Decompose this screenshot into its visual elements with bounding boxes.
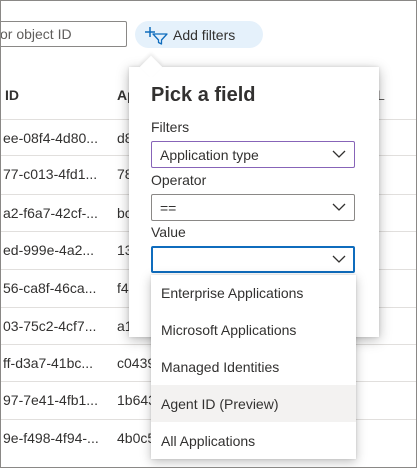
cell-id: 9e-f498-4f94-... (3, 430, 99, 446)
cell-id: ff-d3a7-41bc... (3, 355, 94, 371)
column-header-id[interactable]: ID (5, 87, 19, 103)
cell-id: ee-08f4-4d80... (3, 130, 98, 146)
cell-id: 03-75c2-4cf7... (3, 318, 97, 334)
option-agent-id-preview[interactable]: Agent ID (Preview) (151, 385, 356, 423)
option-all-applications[interactable]: All Applications (151, 422, 356, 459)
filters-label: Filters (151, 119, 190, 135)
cell-id: 77-c013-4fd1... (3, 166, 98, 182)
value-dropdown-list: Enterprise Applications Microsoft Applic… (151, 275, 356, 459)
cell-id: 97-7e41-4fb1... (3, 392, 98, 408)
chevron-down-icon (332, 255, 346, 263)
add-filters-label: Add filters (173, 26, 236, 43)
search-input[interactable]: or object ID (0, 21, 127, 47)
popup-arrow (139, 55, 163, 79)
value-label: Value (151, 224, 186, 240)
cell-app: f4 (117, 280, 129, 296)
cell-app: c0439 (117, 355, 156, 371)
add-filters-button[interactable]: Add filters (135, 21, 263, 48)
option-microsoft-applications[interactable]: Microsoft Applications (151, 312, 356, 349)
value-select[interactable] (151, 246, 355, 273)
cell-app: 4b0c5 (117, 430, 156, 446)
operator-select[interactable]: == (151, 194, 355, 221)
filters-selected-value: Application type (160, 146, 259, 163)
cell-id: a2-f6a7-42cf-... (3, 205, 98, 221)
operator-selected-value: == (160, 199, 177, 216)
chevron-down-icon (332, 150, 346, 158)
cell-id: 56-ca8f-46ca... (3, 280, 97, 296)
cell-id: ed-999e-4a2... (3, 242, 95, 258)
add-filter-icon (145, 26, 168, 45)
option-enterprise-applications[interactable]: Enterprise Applications (151, 275, 356, 312)
option-managed-identities[interactable]: Managed Identities (151, 349, 356, 386)
operator-label: Operator (151, 172, 207, 188)
filters-select[interactable]: Application type (151, 141, 355, 168)
search-placeholder: or object ID (0, 26, 72, 42)
chevron-down-icon (332, 203, 346, 211)
popup-title: Pick a field (151, 84, 256, 106)
app-frame: or object ID Add filters ID Ap L ee-08f4… (0, 0, 417, 468)
